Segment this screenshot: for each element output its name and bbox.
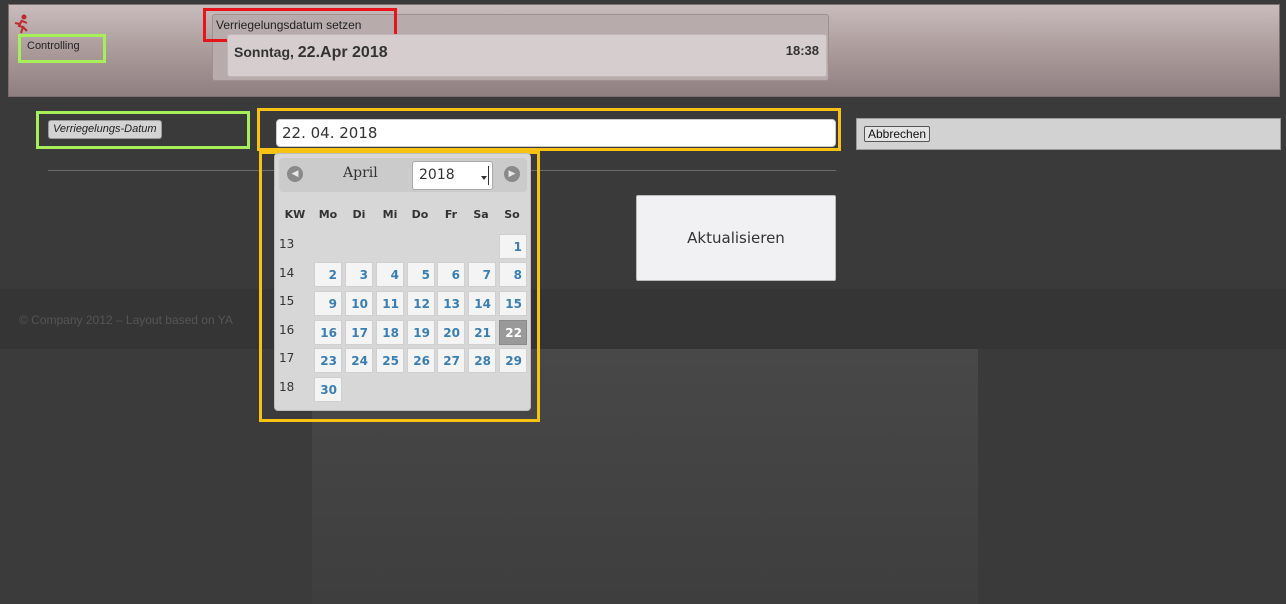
day-cell[interactable]: 4	[376, 262, 404, 287]
brand-label: Controlling	[18, 34, 106, 63]
day-cell[interactable]: 5	[407, 262, 435, 287]
footer-text: © Company 2012 – Layout based on YA	[19, 313, 233, 327]
day-cell[interactable]: 27	[437, 348, 465, 373]
day-cell[interactable]: 1	[499, 234, 527, 259]
day-cell[interactable]: 3	[345, 262, 373, 287]
day-cell[interactable]: 17	[345, 320, 373, 345]
current-time: 18:38	[785, 43, 819, 58]
day-cell[interactable]: 25	[376, 348, 404, 373]
running-figure-icon	[14, 14, 28, 34]
chevron-down-icon	[481, 166, 489, 185]
week-number: 17	[279, 351, 295, 365]
col-head-fr: Fr	[444, 208, 458, 221]
cancel-button[interactable]: Abbrechen	[864, 126, 931, 142]
day-cell[interactable]: 15	[499, 291, 527, 316]
day-cell[interactable]: 21	[468, 320, 496, 345]
day-cell-selected[interactable]: 22	[499, 320, 527, 345]
day-cell[interactable]: 16	[314, 320, 342, 345]
arrow-left-circle-icon[interactable]: ◀	[287, 166, 303, 182]
day-cell[interactable]: 29	[499, 348, 527, 373]
day-cell[interactable]: 10	[345, 291, 373, 316]
year-select-value: 2018	[419, 167, 455, 183]
day-cell[interactable]: 26	[407, 348, 435, 373]
day-cell[interactable]: 18	[376, 320, 404, 345]
week-number: 18	[279, 380, 295, 394]
day-cell[interactable]: 2	[314, 262, 342, 287]
day-cell[interactable]: 12	[407, 291, 435, 316]
day-cell[interactable]: 6	[437, 262, 465, 287]
cancel-bar: Abbrechen	[856, 118, 1281, 150]
day-cell[interactable]: 11	[376, 291, 404, 316]
day-cell[interactable]: 24	[345, 348, 373, 373]
current-date-weekday: Sonntag,	[234, 44, 298, 60]
col-head-so: So	[504, 208, 520, 221]
day-cell[interactable]: 23	[314, 348, 342, 373]
day-cell[interactable]: 14	[468, 291, 496, 316]
current-date: Sonntag, 22.Apr 2018	[234, 44, 388, 62]
col-head-mo: Mo	[318, 208, 338, 221]
week-number: 16	[279, 323, 295, 337]
col-head-sa: Sa	[473, 208, 489, 221]
update-button[interactable]: Aktualisieren	[636, 195, 836, 281]
day-cell[interactable]: 7	[468, 262, 496, 287]
lock-date-input[interactable]: 22. 04. 2018	[276, 119, 836, 147]
day-cell[interactable]: 20	[437, 320, 465, 345]
datepicker-header: ◀ April 2018 ▶	[279, 158, 527, 192]
year-select[interactable]: 2018	[412, 161, 493, 190]
current-date-value: 22.Apr 2018	[297, 44, 388, 61]
day-cell[interactable]: 30	[314, 377, 342, 402]
col-head-di: Di	[352, 208, 366, 221]
col-head-mi: Mi	[382, 208, 398, 221]
date-input-wrapper: 22. 04. 2018	[257, 108, 841, 151]
week-number: 15	[279, 294, 295, 308]
week-number: 13	[279, 237, 295, 251]
col-head-kw: KW	[284, 208, 306, 221]
week-number: 14	[279, 266, 295, 280]
day-cell[interactable]: 28	[468, 348, 496, 373]
datepicker-month: April	[343, 165, 378, 181]
col-head-do: Do	[411, 208, 429, 221]
day-cell[interactable]: 19	[407, 320, 435, 345]
day-cell[interactable]: 13	[437, 291, 465, 316]
lock-date-label-wrapper: Verriegelungs-Datum	[36, 111, 250, 149]
current-date-box: Sonntag, 22.Apr 2018 18:38	[227, 34, 827, 77]
lock-date-label: Verriegelungs-Datum	[48, 120, 162, 139]
arrow-right-circle-icon[interactable]: ▶	[504, 166, 520, 182]
day-cell[interactable]: 9	[314, 291, 342, 316]
day-cell[interactable]: 8	[499, 262, 527, 287]
